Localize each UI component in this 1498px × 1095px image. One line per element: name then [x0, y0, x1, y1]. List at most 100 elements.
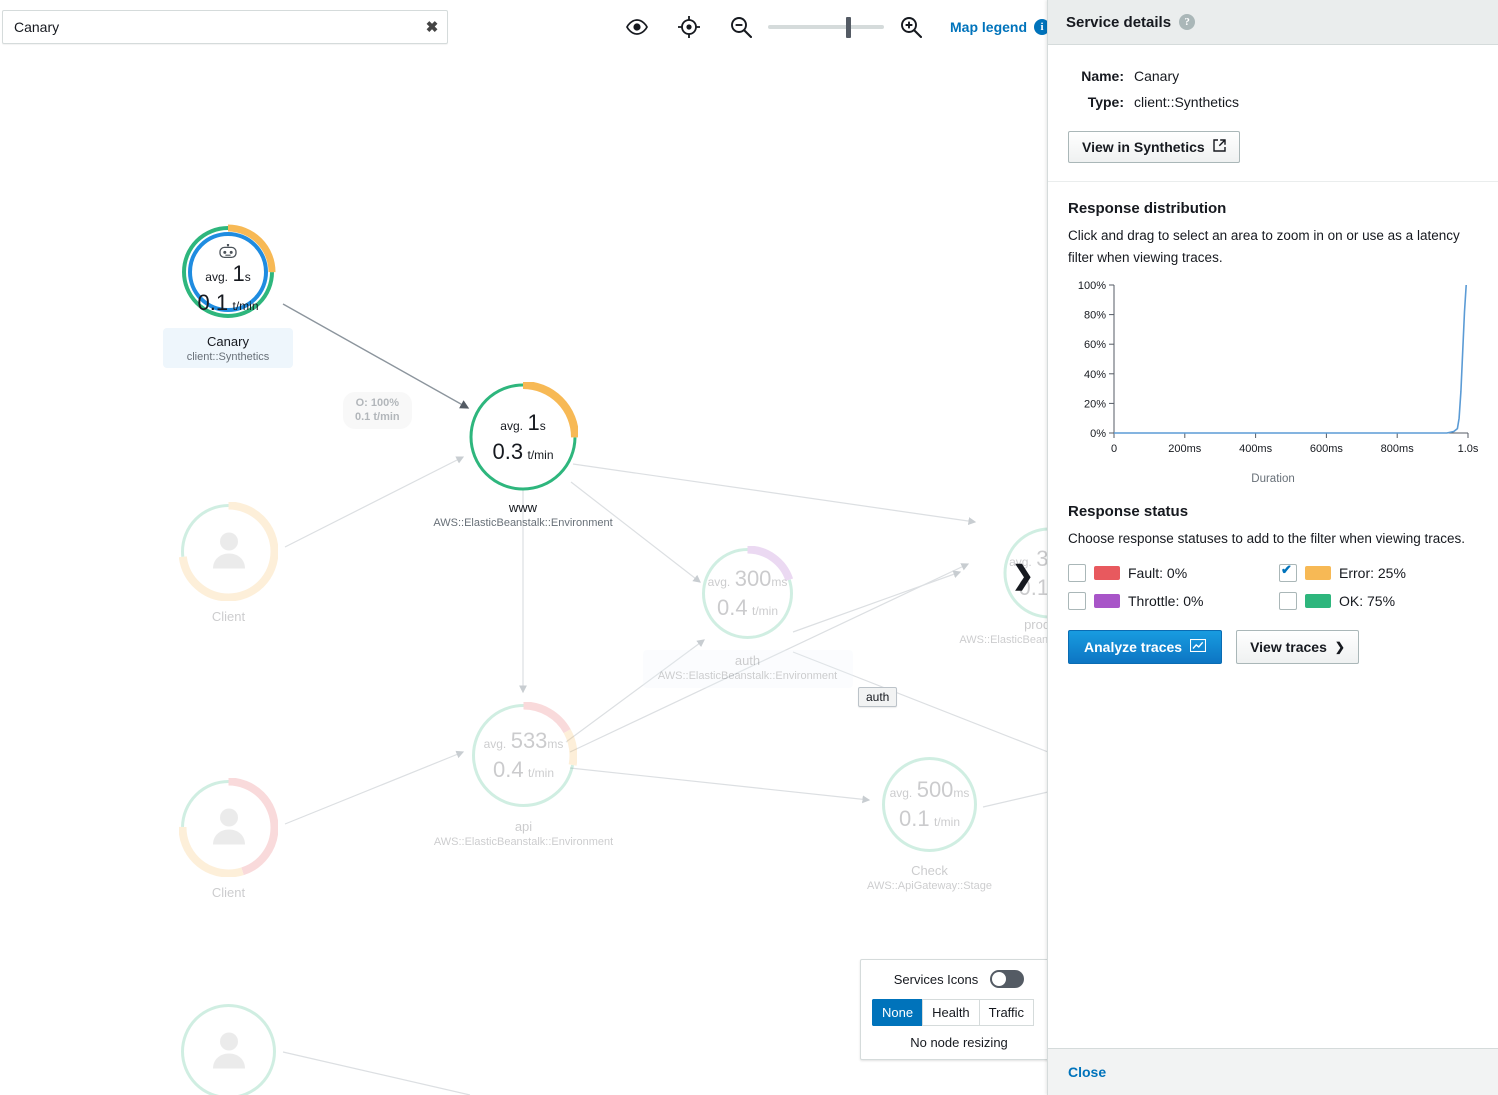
mode-button-health[interactable]: Health: [922, 999, 980, 1026]
service-name-value: Canary: [1134, 63, 1179, 89]
svg-text:800ms: 800ms: [1381, 443, 1415, 455]
service-node-products[interactable]: avg. 300ms 0.1 t/min products AWS::Elast…: [965, 489, 1048, 657]
map-legend-label: Map legend: [950, 19, 1027, 35]
zoom-slider-track: [768, 25, 884, 29]
service-node-auth[interactable]: avg. 300ms 0.4 t/min auth AWS::ElasticBe…: [700, 546, 795, 641]
throttle-label: Throttle: 0%: [1128, 593, 1203, 609]
map-legend-link[interactable]: Map legend i: [950, 19, 1050, 35]
client-1-label[interactable]: Client: [212, 609, 245, 625]
mode-button-none[interactable]: None: [872, 999, 923, 1026]
response-distribution-chart[interactable]: 0%20%40%60%80%100%0200ms400ms600ms800ms1…: [1068, 275, 1478, 485]
canary-label[interactable]: Canary client::Synthetics: [187, 334, 270, 365]
chart-x-axis-label: Duration: [1068, 473, 1478, 485]
service-node-client-3[interactable]: [179, 1002, 278, 1095]
fault-checkbox[interactable]: [1068, 564, 1086, 582]
svg-text:0%: 0%: [1090, 428, 1106, 440]
response-status-description: Choose response statuses to add to the f…: [1068, 528, 1478, 550]
canary-health-ring: [180, 224, 276, 320]
chevron-right-icon: ❯: [1335, 640, 1345, 654]
service-map-edges: [0, 52, 1048, 1095]
check-health-ring: [880, 755, 979, 854]
person-icon: [211, 1030, 247, 1073]
svg-text:200ms: 200ms: [1168, 443, 1202, 455]
service-node-check[interactable]: avg. 500ms 0.1 t/min Check AWS::ApiGatew…: [880, 755, 979, 854]
ok-checkbox[interactable]: [1279, 592, 1297, 610]
zoom-in-icon[interactable]: [894, 10, 928, 44]
close-panel-link[interactable]: Close: [1068, 1064, 1106, 1080]
services-icons-toggle[interactable]: [990, 970, 1024, 988]
svg-text:20%: 20%: [1084, 398, 1106, 410]
services-icons-row: Services Icons: [872, 970, 1046, 988]
service-type-value: client::Synthetics: [1134, 89, 1239, 115]
ok-label: OK: 75%: [1339, 593, 1395, 609]
map-toolbar: ✖: [0, 0, 1048, 52]
expand-right-chevron-icon[interactable]: ❯: [1012, 562, 1034, 588]
edge-traffic-badge: O: 100% 0.1 t/min: [343, 392, 412, 429]
throttle-checkbox[interactable]: [1068, 592, 1086, 610]
help-icon[interactable]: ?: [1179, 14, 1195, 30]
auth-label[interactable]: auth AWS::ElasticBeanstalk::Environment: [658, 653, 837, 684]
details-divider: [1048, 181, 1498, 182]
service-name-label: Name:: [1068, 63, 1124, 89]
service-node-api[interactable]: avg. 533ms 0.4 t/min api AWS::ElasticBea…: [470, 702, 577, 809]
service-details-panel: Service details ? Name: Canary Type: cli…: [1047, 0, 1498, 1095]
svg-text:80%: 80%: [1084, 310, 1106, 322]
duration-histogram-svg[interactable]: 0%20%40%60%80%100%0200ms400ms600ms800ms1…: [1068, 275, 1478, 467]
client-2-label[interactable]: Client: [212, 885, 245, 901]
line-chart-icon: [1190, 639, 1206, 655]
eye-icon[interactable]: [620, 10, 654, 44]
zoom-out-icon[interactable]: [724, 10, 758, 44]
node-resizing-note: No node resizing: [872, 1035, 1046, 1050]
xray-service-map-page: ✖: [0, 0, 1498, 1095]
node-size-mode-group: None Health Traffic: [872, 999, 1046, 1026]
service-details-title: Service details: [1066, 14, 1171, 31]
response-distribution-section: Response distribution Click and drag to …: [1048, 200, 1498, 485]
search-input[interactable]: [3, 11, 417, 43]
service-details-header: Service details ?: [1048, 0, 1498, 45]
service-details-footer: Close: [1048, 1048, 1498, 1095]
external-link-icon: [1213, 139, 1226, 155]
analyze-traces-label: Analyze traces: [1084, 639, 1182, 655]
api-label[interactable]: api AWS::ElasticBeanstalk::Environment: [434, 819, 613, 850]
service-node-www[interactable]: avg. 1s 0.3 t/min www AWS::ElasticBeanst…: [468, 382, 578, 492]
crosshair-icon[interactable]: [672, 10, 706, 44]
zoom-slider-handle[interactable]: [846, 17, 851, 38]
status-item-throttle[interactable]: Throttle: 0%: [1068, 592, 1267, 610]
response-status-section: Response status Choose response statuses…: [1048, 503, 1498, 664]
service-details-body: Name: Canary Type: client::Synthetics Vi…: [1048, 45, 1498, 1048]
api-health-ring: [470, 702, 577, 809]
status-item-fault[interactable]: Fault: 0%: [1068, 564, 1267, 582]
robot-icon: [217, 244, 239, 266]
service-node-canary[interactable]: avg. 1s 0.1 t/min Canary client::Synthet…: [180, 224, 276, 320]
view-traces-button[interactable]: View traces ❯: [1236, 630, 1359, 664]
mode-button-traffic[interactable]: Traffic: [979, 999, 1034, 1026]
zoom-slider[interactable]: [768, 10, 884, 44]
service-node-client-2[interactable]: Client: [179, 778, 278, 877]
www-health-ring: [468, 382, 578, 492]
clear-search-icon[interactable]: ✖: [417, 12, 447, 42]
error-color-swatch: [1305, 566, 1331, 580]
service-map-canvas[interactable]: avg. 1s 0.1 t/min Canary client::Synthet…: [0, 52, 1048, 1095]
service-node-client-1[interactable]: Client: [179, 502, 278, 601]
products-label[interactable]: products AWS::ElasticBeanstalk::Environm…: [959, 617, 1048, 648]
svg-text:400ms: 400ms: [1239, 443, 1273, 455]
services-icons-label: Services Icons: [894, 972, 979, 987]
fault-color-swatch: [1094, 566, 1120, 580]
service-search-box[interactable]: ✖: [2, 10, 448, 44]
error-checkbox[interactable]: [1279, 564, 1297, 582]
throttle-color-swatch: [1094, 594, 1120, 608]
trace-actions-row: Analyze traces View traces ❯: [1068, 630, 1478, 664]
map-settings-panel[interactable]: Services Icons None Health Traffic No no…: [860, 959, 1048, 1060]
response-distribution-description: Click and drag to select an area to zoom…: [1068, 225, 1478, 269]
auth-health-ring: [700, 546, 795, 641]
view-in-synthetics-row: View in Synthetics: [1068, 131, 1478, 163]
map-toolbar-icons: Map legend i: [620, 10, 1050, 44]
check-label[interactable]: Check AWS::ApiGateway::Stage: [867, 863, 992, 894]
view-in-synthetics-button[interactable]: View in Synthetics: [1068, 131, 1240, 163]
svg-text:100%: 100%: [1078, 280, 1106, 292]
status-item-error[interactable]: Error: 25%: [1279, 564, 1478, 582]
status-item-ok[interactable]: OK: 75%: [1279, 592, 1478, 610]
view-in-synthetics-label: View in Synthetics: [1082, 139, 1205, 155]
www-label[interactable]: www AWS::ElasticBeanstalk::Environment: [433, 500, 612, 531]
analyze-traces-button[interactable]: Analyze traces: [1068, 630, 1222, 664]
